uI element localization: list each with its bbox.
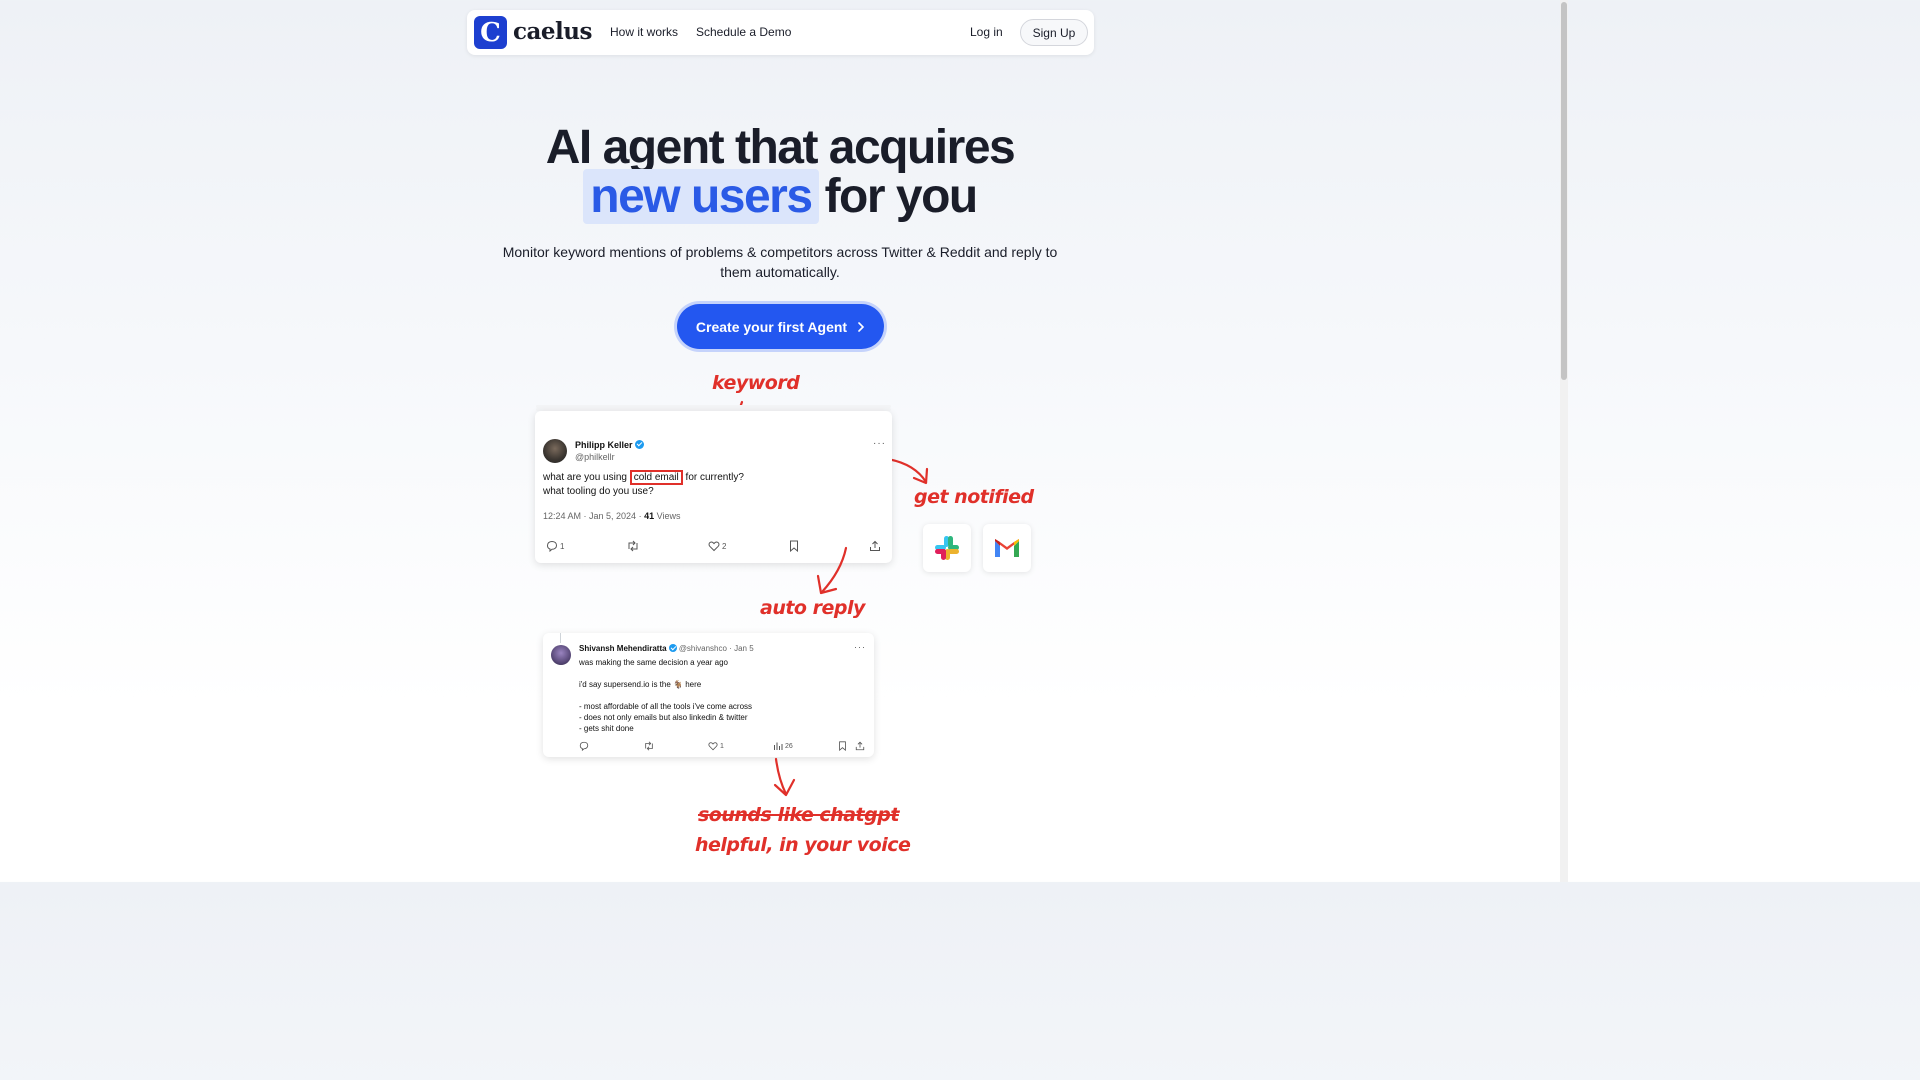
tweet-author-handle: @philkellr (575, 452, 615, 462)
reply-author-name-text: Shivansh Mehendiratta (579, 644, 667, 653)
bookmark-icon (790, 540, 798, 552)
more-options-icon[interactable]: ··· (854, 642, 866, 652)
hero-title-line2: new users for you (0, 169, 1560, 224)
bookmark-icon (839, 741, 846, 751)
views-action[interactable]: 26 (773, 741, 793, 751)
reply-bullet1: - most affordable of all the tools i've … (579, 702, 753, 711)
slack-tile (923, 524, 971, 572)
share-action[interactable] (869, 540, 881, 552)
avatar (551, 645, 571, 665)
tweet-author-name-text: Philipp Keller (575, 440, 633, 450)
retweet-action[interactable] (643, 741, 655, 751)
heart-icon (708, 742, 718, 751)
annotation-get-notified: get notified (914, 486, 1034, 508)
gmail-tile (983, 524, 1031, 572)
share-icon (855, 741, 865, 751)
annotation-auto-reply: auto reply (760, 597, 865, 619)
logo-text[interactable]: caelus (513, 18, 592, 45)
retweet-icon (628, 540, 638, 552)
hero-subtitle: Monitor keyword mentions of problems & c… (502, 244, 1058, 280)
reply-bullet3: - gets shit done (579, 724, 634, 733)
arrow-voice-icon (773, 757, 796, 797)
like-action[interactable]: 2 (708, 540, 726, 552)
like-action[interactable]: 1 (708, 741, 724, 751)
retweet-icon (645, 741, 653, 751)
annotation-voice: helpful, in your voice (695, 834, 911, 856)
reply-count: 1 (560, 541, 565, 551)
reply-bullet2: - does not only emails but also linkedin… (579, 713, 748, 722)
bookmark-action[interactable] (838, 741, 847, 751)
verified-badge-icon (668, 644, 677, 652)
tweet-card-original: Philipp Keller @philkellr ··· what are y… (535, 411, 892, 563)
tweet-text-line2: what tooling do you use? (543, 486, 654, 497)
tweet-card-reply: Shivansh Mehendiratta @shivanshco · Jan … (543, 633, 874, 757)
reply-line1: was making the same decision a year ago (579, 658, 728, 667)
annotation-struck: sounds like chatgpt (698, 804, 899, 826)
views-count: 26 (785, 742, 793, 750)
retweet-action[interactable] (626, 540, 640, 552)
thread-line (560, 633, 561, 643)
signup-button[interactable]: Sign Up (1020, 19, 1088, 46)
reply-icon (579, 741, 589, 751)
verified-badge-icon (634, 440, 644, 449)
scrollbar-thumb[interactable] (1561, 2, 1567, 380)
tweet-text-after: for currently? (685, 472, 744, 483)
like-count: 1 (720, 742, 724, 750)
tweet-text-before: what are you using (543, 472, 627, 483)
share-action[interactable] (855, 741, 865, 751)
like-count: 2 (722, 541, 727, 551)
cta-label: Create your first Agent (695, 318, 848, 335)
slack-icon (935, 536, 959, 560)
reply-handle-date: @shivanshco · Jan 5 (678, 644, 754, 653)
tweet-views-label: Views (656, 511, 681, 521)
reply-action[interactable]: 1 (546, 540, 564, 552)
reply-author-name: Shivansh Mehendiratta @shivanshco · Jan … (579, 644, 754, 653)
tweet-views-count: 41 (644, 511, 655, 521)
nav-link-how-it-works[interactable]: How it works (610, 25, 678, 39)
keyword-highlight: cold email (629, 470, 683, 485)
tweet-author-name: Philipp Keller (575, 440, 644, 450)
top-nav: C caelus How it works Schedule a Demo Lo… (467, 10, 1094, 55)
tweet-meta: 12:24 AM · Jan 5, 2024 · 41 Views (543, 511, 680, 521)
annotation-keyword: keyword (712, 372, 800, 394)
login-link[interactable]: Log in (970, 25, 1003, 39)
tweet-time: 12:24 AM · Jan 5, 2024 · (543, 511, 642, 521)
nav-link-schedule-demo[interactable]: Schedule a Demo (696, 25, 791, 39)
bookmark-action[interactable] (789, 540, 799, 552)
heart-icon (708, 541, 720, 552)
reply-line2: i'd say supersend.io is the 🐐 here (579, 680, 702, 689)
create-agent-button[interactable]: Create your first Agent (677, 304, 884, 349)
hero-title-line1: AI agent that acquires (545, 121, 1016, 174)
gmail-icon (995, 539, 1019, 557)
avatar (543, 439, 567, 463)
more-options-icon[interactable]: ··· (873, 438, 886, 449)
logo-mark[interactable]: C (474, 16, 507, 49)
tweet-text: what are you using cold email for curren… (543, 470, 744, 499)
hero-highlight: new users (583, 169, 819, 224)
bar-chart-icon (774, 742, 783, 750)
arrow-auto-reply-icon (816, 546, 848, 595)
reply-action[interactable] (579, 741, 589, 751)
chevron-right-icon (858, 321, 865, 332)
hero-title-rest: for you (824, 170, 979, 223)
share-icon (870, 540, 880, 551)
reply-icon (546, 540, 558, 552)
